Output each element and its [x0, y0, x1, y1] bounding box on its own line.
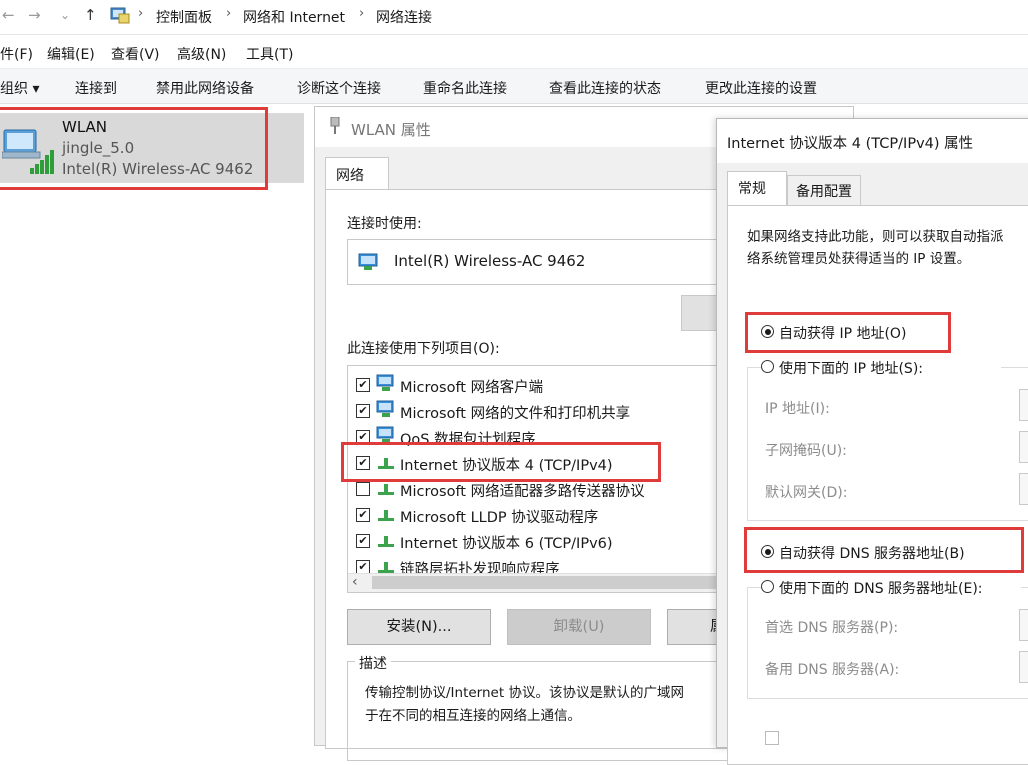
list-item[interactable]: ✔ Internet 协议版本 6 (TCP/IPv6): [356, 530, 726, 552]
adapter-name: Intel(R) Wireless-AC 9462: [394, 252, 586, 270]
menu-file[interactable]: 件(F): [0, 44, 33, 64]
alternate-dns-input[interactable]: [1019, 651, 1028, 683]
highlight-box: [745, 312, 951, 353]
up-arrow-icon[interactable]: ↑: [84, 6, 97, 24]
list-item[interactable]: ✔ Microsoft 网络的文件和打印机共享: [356, 400, 726, 422]
dns-settings-group: [747, 587, 1028, 699]
preferred-dns-input[interactable]: [1019, 609, 1028, 641]
items-label: 此连接使用下列项目(O):: [347, 341, 500, 357]
ip-address-input[interactable]: [1019, 389, 1028, 421]
network-adapter-icon: [358, 252, 380, 272]
list-item[interactable]: ✔ Microsoft LLDP 协议驱动程序: [356, 504, 726, 526]
menu-bar: 件(F) 编辑(E) 查看(V) 高级(N) 工具(T): [0, 38, 1028, 68]
ipv4-properties-dialog: Internet 协议版本 4 (TCP/IPv4) 属性 常规 备用配置 如果…: [716, 118, 1028, 765]
view-status-button[interactable]: 查看此连接的状态: [549, 78, 661, 98]
dialog-title: WLAN 属性: [351, 121, 431, 139]
ip-address-label: IP 地址(I):: [765, 401, 830, 417]
checkbox[interactable]: ✔: [356, 560, 370, 574]
checkbox[interactable]: ✔: [356, 404, 370, 418]
menu-advanced[interactable]: 高级(N): [177, 44, 226, 64]
description-legend: 描述: [355, 653, 391, 673]
address-bar: ← → ⌄ ↑ › 控制面板 › 网络和 Internet › 网络连接: [0, 0, 1028, 34]
dialog-title: Internet 协议版本 4 (TCP/IPv4) 属性: [727, 136, 974, 152]
horizontal-scrollbar[interactable]: ‹: [348, 573, 726, 592]
install-button[interactable]: 安装(N)...: [347, 609, 491, 645]
diagnose-button[interactable]: 诊断这个连接: [297, 78, 381, 98]
alternate-dns-label: 备用 DNS 服务器(A):: [765, 662, 900, 678]
tab-network[interactable]: 网络: [325, 157, 389, 190]
configure-button[interactable]: [681, 295, 721, 331]
connect-using-label: 连接时使用:: [347, 216, 422, 232]
breadcrumb-separator-icon: ›: [138, 6, 144, 21]
subnet-mask-label: 子网掩码(U):: [765, 443, 847, 459]
protocol-icon: [376, 530, 396, 550]
menu-edit[interactable]: 编辑(E): [47, 44, 95, 64]
control-panel-icon: [110, 6, 130, 24]
radio-button[interactable]: [761, 360, 774, 373]
breadcrumb-network-connections[interactable]: 网络连接: [376, 7, 432, 27]
info-text-line1: 如果网络支持此功能，则可以获取自动指派: [747, 229, 1004, 245]
network-adapter-icon: [329, 116, 341, 135]
dialog-titlebar: Internet 协议版本 4 (TCP/IPv4) 属性: [717, 119, 1028, 163]
network-client-icon: [376, 374, 396, 394]
list-item[interactable]: ✔ Microsoft 网络客户端: [356, 374, 726, 396]
default-gateway-input[interactable]: [1019, 473, 1028, 505]
highlight-box: [341, 442, 661, 482]
checkbox[interactable]: ✔: [356, 482, 370, 496]
description-text: 传输控制协议/Internet 协议。该协议是默认的广域网 于在不同的相互连接的…: [365, 685, 684, 724]
organize-button[interactable]: 组织 ▾: [0, 78, 39, 98]
tab-general[interactable]: 常规: [727, 171, 787, 206]
connect-to-button[interactable]: 连接到: [75, 78, 117, 98]
divider: [0, 34, 1028, 35]
adapter-field: Intel(R) Wireless-AC 9462: [347, 239, 739, 285]
recent-chevron-icon[interactable]: ⌄: [60, 8, 70, 22]
scroll-left-icon[interactable]: ‹: [352, 574, 358, 590]
highlight-box: [0, 107, 268, 190]
manual-dns-radio[interactable]: 使用下面的 DNS 服务器地址(E):: [761, 578, 1021, 597]
tab-alternate-configuration[interactable]: 备用配置: [787, 175, 861, 206]
network-service-icon: [376, 400, 396, 420]
checkbox[interactable]: ✔: [356, 508, 370, 522]
protocol-icon: [376, 504, 396, 524]
radio-button[interactable]: [761, 580, 774, 593]
rename-button[interactable]: 重命名此连接: [423, 78, 507, 98]
info-text-line2: 络系统管理员处获得适当的 IP 设置。: [747, 251, 971, 267]
breadcrumb-separator-icon: ›: [359, 6, 365, 21]
validate-on-exit-checkbox[interactable]: [765, 731, 779, 745]
highlight-box: [744, 527, 1024, 573]
command-toolbar: 组织 ▾ 连接到 禁用此网络设备 诊断这个连接 重命名此连接 查看此连接的状态 …: [0, 68, 1028, 104]
subnet-mask-input[interactable]: [1019, 431, 1028, 463]
default-gateway-label: 默认网关(D):: [765, 485, 848, 501]
breadcrumb-network-internet[interactable]: 网络和 Internet: [243, 7, 345, 27]
manual-ip-radio[interactable]: 使用下面的 IP 地址(S):: [761, 358, 1001, 377]
checkbox[interactable]: ✔: [356, 534, 370, 548]
uninstall-button[interactable]: 卸载(U): [507, 609, 651, 645]
breadcrumb-separator-icon: ›: [226, 6, 232, 21]
scrollbar-thumb[interactable]: [372, 576, 726, 589]
checkbox[interactable]: ✔: [356, 378, 370, 392]
menu-view[interactable]: 查看(V): [111, 44, 160, 64]
menu-tools[interactable]: 工具(T): [246, 44, 293, 64]
change-settings-button[interactable]: 更改此连接的设置: [705, 78, 817, 98]
preferred-dns-label: 首选 DNS 服务器(P):: [765, 620, 899, 636]
disable-device-button[interactable]: 禁用此网络设备: [156, 78, 254, 98]
back-arrow-icon[interactable]: ←: [2, 6, 15, 24]
forward-arrow-icon[interactable]: →: [28, 6, 41, 24]
breadcrumb-control-panel[interactable]: 控制面板: [156, 7, 212, 27]
